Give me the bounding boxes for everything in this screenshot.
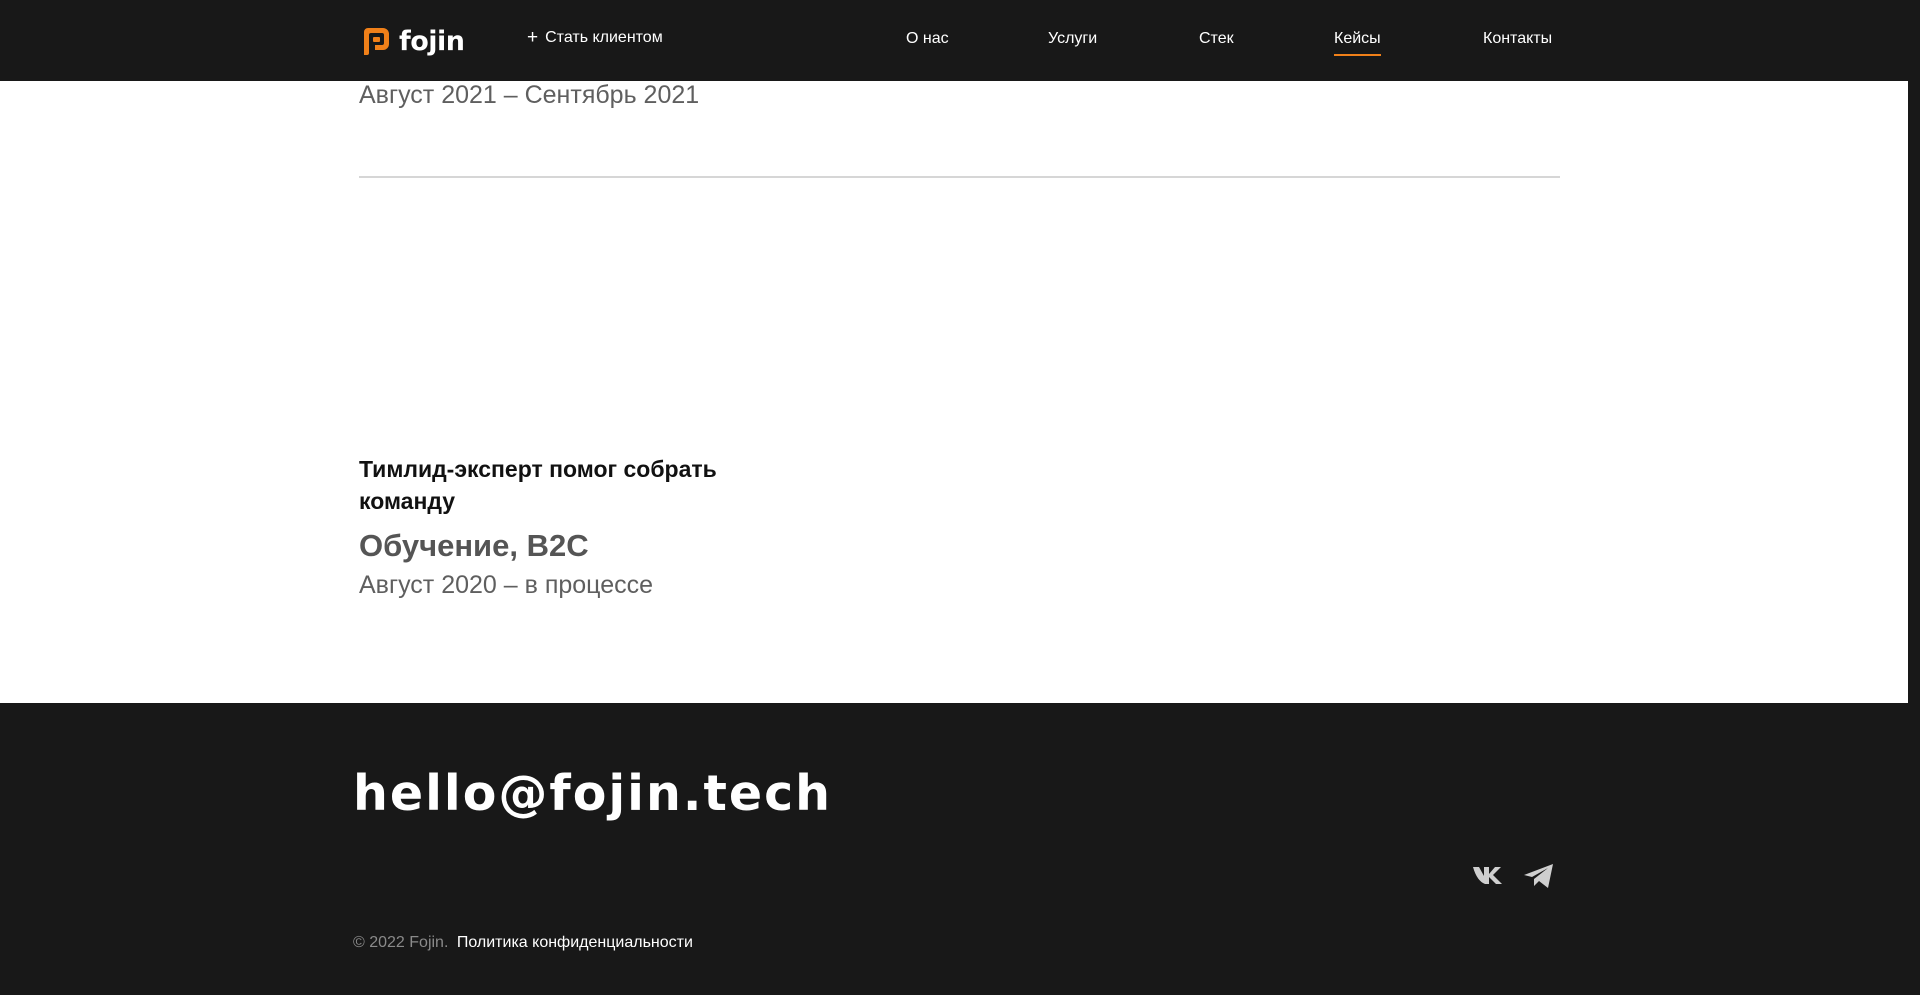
nav-item-about[interactable]: О нас [906,30,949,48]
site-header: fojin + Стать клиентом О нас Услуги Стек… [0,0,1920,81]
vk-icon[interactable] [1472,862,1506,888]
contact-email-link[interactable]: hello@fojin.tech [353,765,832,822]
logo-mark-icon [364,28,389,55]
copyright-text: © 2022 Fojin. [353,934,449,951]
footer-legal: © 2022 Fojin. Политика конфиденциальност… [353,934,693,952]
case-title[interactable]: Тимлид-эксперт помог собрать команду [359,453,739,517]
nav-item-services[interactable]: Услуги [1048,30,1097,48]
privacy-policy-link[interactable]: Политика конфиденциальности [457,934,693,951]
case-category: Обучение, B2C [359,528,589,563]
nav-item-contacts[interactable]: Контакты [1483,30,1552,48]
case-date: Август 2020 – в процессе [359,571,654,599]
previous-case-date: Август 2021 – Сентябрь 2021 [359,81,700,109]
nav-item-stack[interactable]: Стек [1199,30,1234,48]
telegram-icon[interactable] [1522,862,1556,890]
become-client-button[interactable]: + Стать клиентом [527,27,663,48]
case-divider [359,176,1560,178]
logo[interactable]: fojin [362,24,465,58]
logo-text: fojin [399,25,465,57]
become-client-label: Стать клиентом [545,29,663,46]
plus-icon: + [527,27,539,48]
nav-item-cases[interactable]: Кейсы [1334,30,1381,56]
cases-section: Август 2021 – Сентябрь 2021 Тимлид-экспе… [0,81,1908,703]
